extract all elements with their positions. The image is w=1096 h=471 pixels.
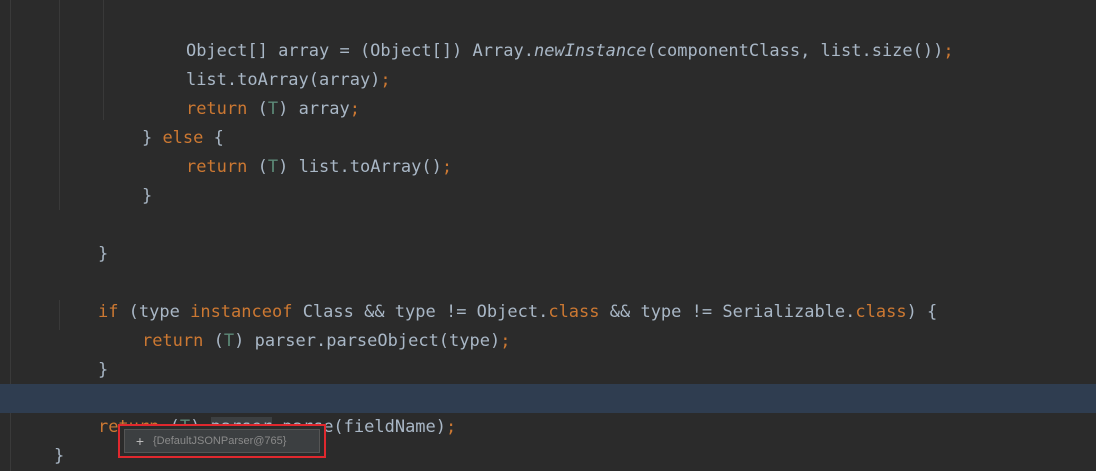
expand-icon[interactable]: +	[131, 434, 149, 448]
code-line[interactable]: }	[0, 327, 1096, 380]
tooltip-value: {DefaultJSONParser@765}	[153, 435, 287, 447]
code-line-current[interactable]: return (T) parser.parse(fieldName);	[0, 384, 1096, 438]
value-tooltip[interactable]: + {DefaultJSONParser@765}	[124, 429, 320, 453]
code-token: }	[53, 446, 65, 466]
code-token: }	[97, 244, 109, 264]
code-line[interactable]: list.toArray(array);	[0, 37, 1096, 90]
code-line[interactable]: Object[] array = (Object[]) Array.newIns…	[0, 8, 1096, 61]
code-editor[interactable]: Object[] array = (Object[]) Array.newIns…	[0, 0, 1096, 471]
value-tooltip-highlight: + {DefaultJSONParser@765}	[118, 424, 326, 458]
code-token: }	[97, 360, 109, 380]
code-line[interactable]: return (T) array;	[0, 66, 1096, 119]
code-line[interactable]: }	[0, 153, 1096, 206]
code-token: }	[141, 186, 153, 206]
code-line[interactable]: return (T) list.toArray();	[0, 124, 1096, 177]
code-line[interactable]: if (type instanceof Class && type != Obj…	[0, 269, 1096, 322]
code-line[interactable]: return (T) parser.parseObject(type);	[0, 298, 1096, 351]
code-line[interactable]: } else {	[0, 95, 1096, 148]
code-line[interactable]: }	[0, 211, 1096, 264]
